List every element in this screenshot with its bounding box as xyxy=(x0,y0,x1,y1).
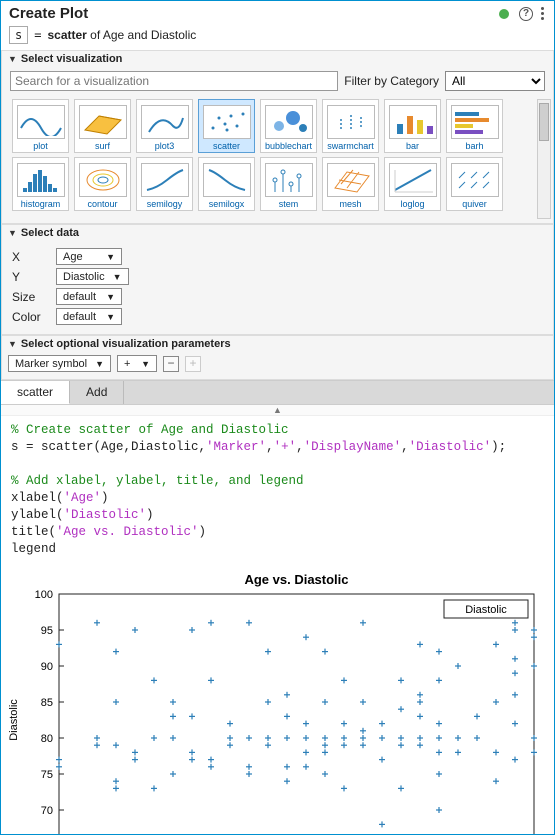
viz-thumb-quiver[interactable]: quiver xyxy=(446,157,503,211)
marker-value-select[interactable]: +▼ xyxy=(117,355,157,372)
viz-thumb-bubblechart[interactable]: bubblechart xyxy=(260,99,317,153)
data-label-y: Y xyxy=(12,270,46,284)
viz-thumb-stem[interactable]: stem xyxy=(260,157,317,211)
opt-panel-title: Select optional visualization parameters xyxy=(21,338,231,350)
viz-thumb-mesh[interactable]: mesh xyxy=(322,157,379,211)
svg-text:70: 70 xyxy=(41,805,53,817)
window-title: Create Plot xyxy=(9,5,493,22)
svg-text:Diastolic: Diastolic xyxy=(465,604,507,616)
svg-text:75: 75 xyxy=(41,769,53,781)
formula-summary: scatter of Age and Diastolic xyxy=(47,28,196,42)
filter-category-select[interactable]: All xyxy=(445,71,545,91)
opt-panel-header[interactable]: ▼ Select optional visualization paramete… xyxy=(2,336,553,352)
viz-panel-title: Select visualization xyxy=(21,53,122,65)
status-dot-icon xyxy=(499,9,509,19)
help-icon[interactable]: ? xyxy=(519,7,533,21)
data-select-color[interactable]: default▼ xyxy=(56,308,122,325)
svg-text:Age vs. Diastolic: Age vs. Diastolic xyxy=(244,572,348,587)
data-label-color: Color xyxy=(12,310,46,324)
marker-param-select[interactable]: Marker symbol▼ xyxy=(8,355,111,372)
viz-thumb-bar[interactable]: bar xyxy=(384,99,441,153)
viz-thumb-barh[interactable]: barh xyxy=(446,99,503,153)
collapse-icon: ▼ xyxy=(8,228,17,238)
data-panel-title: Select data xyxy=(21,227,79,239)
equals-sign: = xyxy=(34,28,41,42)
data-select-size[interactable]: default▼ xyxy=(56,288,122,305)
tab-scatter[interactable]: scatter xyxy=(1,381,70,404)
data-panel-header[interactable]: ▼ Select data xyxy=(2,225,553,241)
svg-text:100: 100 xyxy=(35,589,53,601)
data-label-size: Size xyxy=(12,290,46,304)
viz-thumb-loglog[interactable]: loglog xyxy=(384,157,441,211)
viz-thumb-semilogx[interactable]: semilogx xyxy=(198,157,255,211)
output-variable-box[interactable]: s xyxy=(9,26,28,44)
remove-param-button[interactable]: − xyxy=(163,356,179,372)
collapse-icon: ▼ xyxy=(8,339,17,349)
viz-thumb-swarmchart[interactable]: swarmchart xyxy=(322,99,379,153)
gallery-scrollbar[interactable] xyxy=(537,99,551,219)
viz-thumb-scatter[interactable]: scatter xyxy=(198,99,255,153)
viz-thumb-plot[interactable]: plot xyxy=(12,99,69,153)
collapse-icon: ▼ xyxy=(8,54,17,64)
plot-preview: 25303540455065707580859095100Age vs. Dia… xyxy=(1,566,554,835)
svg-text:Diastolic: Diastolic xyxy=(8,699,20,741)
collapse-handle[interactable]: ▲ xyxy=(1,405,554,416)
viz-thumb-plot3[interactable]: plot3 xyxy=(136,99,193,153)
svg-text:95: 95 xyxy=(41,625,53,637)
viz-thumb-semilogy[interactable]: semilogy xyxy=(136,157,193,211)
svg-text:90: 90 xyxy=(41,661,53,673)
series-tabs: scatter Add xyxy=(1,380,554,405)
viz-gallery: plotsurfplot3scatterbubblechartswarmchar… xyxy=(12,99,547,211)
add-param-button[interactable]: + xyxy=(185,356,201,372)
data-select-y[interactable]: Diastolic▼ xyxy=(56,268,129,285)
svg-text:80: 80 xyxy=(41,733,53,745)
viz-thumb-histogram[interactable]: histogram xyxy=(12,157,69,211)
viz-search-input[interactable] xyxy=(10,71,338,91)
viz-thumb-contour[interactable]: contour xyxy=(74,157,131,211)
filter-label: Filter by Category xyxy=(344,74,439,88)
generated-code: % Create scatter of Age and Diastolic s … xyxy=(1,416,554,566)
data-select-x[interactable]: Age▼ xyxy=(56,248,122,265)
viz-panel-header[interactable]: ▼ Select visualization xyxy=(2,51,553,67)
viz-thumb-surf[interactable]: surf xyxy=(74,99,131,153)
svg-text:85: 85 xyxy=(41,697,53,709)
data-label-x: X xyxy=(12,250,46,264)
menu-kebab-icon[interactable] xyxy=(541,7,544,20)
tab-add[interactable]: Add xyxy=(70,381,124,404)
